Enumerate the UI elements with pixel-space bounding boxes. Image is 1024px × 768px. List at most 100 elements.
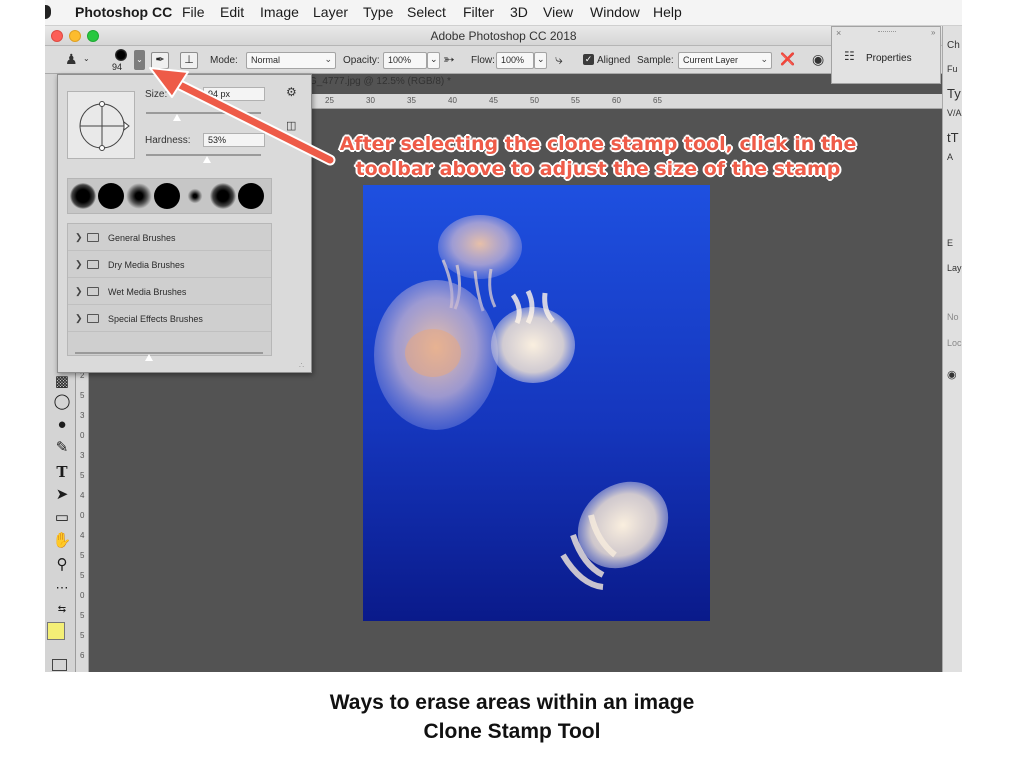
menu-file[interactable]: File <box>182 4 205 20</box>
tool-preset-chevron-icon[interactable]: ⌄ <box>83 54 90 63</box>
language-field[interactable]: E <box>947 238 953 248</box>
brush-size-readout: 94 <box>112 62 123 72</box>
preview-size-slider-thumb[interactable] <box>145 354 153 361</box>
menu-app-name[interactable]: Photoshop CC <box>75 4 172 20</box>
type-tool-icon[interactable]: T <box>51 462 73 482</box>
photoshop-screenshot: Photoshop CC File Edit Image Layer Type … <box>45 0 962 672</box>
brush-swatch[interactable] <box>210 183 236 209</box>
options-bar: ♟ ⌄ 94 ⌄ ✒ ⊥ Mode: Normal ⌄ Opacity: 100%… <box>45 46 962 74</box>
ruler-tick-label: 40 <box>448 96 457 105</box>
expand-chevron-icon[interactable]: ❯ <box>75 313 83 324</box>
properties-tab-label[interactable]: Properties <box>866 53 912 64</box>
dodge-tool-icon[interactable]: ● <box>51 415 73 435</box>
apple-logo-icon[interactable] <box>45 5 51 19</box>
size-field[interactable]: 94 px <box>203 87 265 101</box>
aligned-checkbox[interactable]: ✓ <box>583 54 594 65</box>
folder-row-dry-media[interactable]: ❯ Dry Media Brushes <box>68 252 271 278</box>
menu-select[interactable]: Select <box>407 4 446 20</box>
flow-chevron-icon: ⌄ <box>537 54 545 64</box>
ruler-tick-label: 5 <box>80 391 85 400</box>
swap-colors-icon[interactable]: ⇆ <box>51 600 73 620</box>
pen-tool-icon[interactable]: ✎ <box>51 438 73 458</box>
mode-select[interactable]: Normal ⌄ <box>246 52 336 69</box>
path-selection-tool-icon[interactable]: ➤ <box>51 485 73 505</box>
brush-swatch[interactable] <box>182 183 208 209</box>
zoom-tool-icon[interactable]: ⚲ <box>51 555 73 575</box>
ruler-tick-label: 30 <box>366 96 375 105</box>
brush-picker-toggle[interactable]: ⌄ <box>134 50 145 70</box>
layers-tab[interactable]: Lay <box>947 263 962 273</box>
flow-dropdown[interactable]: ⌄ <box>534 52 547 69</box>
ruler-tick-label: 4 <box>80 531 85 540</box>
menu-window[interactable]: Window <box>590 4 640 20</box>
brush-swatch[interactable] <box>238 183 264 209</box>
foreground-color-swatch[interactable] <box>47 622 65 640</box>
folder-row-wet-media[interactable]: ❯ Wet Media Brushes <box>68 279 271 305</box>
airbrush-icon[interactable]: ⤷ <box>555 51 563 68</box>
panel-collapse-icon[interactable]: » <box>931 28 935 37</box>
rectangle-tool-icon[interactable]: ▭ <box>51 508 73 528</box>
kerning-icon: V/A <box>947 108 962 118</box>
opacity-chevron-icon: ⌄ <box>430 54 438 64</box>
pressure-opacity-icon[interactable]: ➳ <box>443 51 455 68</box>
ruler-tick-label: 60 <box>612 96 621 105</box>
lock-label: Loc <box>947 338 962 348</box>
panel-grip[interactable] <box>878 31 896 33</box>
clone-source-panel-icon[interactable]: ⊥ <box>180 52 198 69</box>
folder-row-special-effects[interactable]: ❯ Special Effects Brushes <box>68 306 271 332</box>
flow-field[interactable]: 100% <box>496 52 534 69</box>
folder-row-general[interactable]: ❯ General Brushes <box>68 225 271 251</box>
expand-chevron-icon[interactable]: ❯ <box>75 232 83 243</box>
expand-chevron-icon[interactable]: ❯ <box>75 259 83 270</box>
clone-stamp-icon[interactable]: ♟ <box>65 51 78 68</box>
ignore-adjustment-layers-icon[interactable]: ❌ <box>780 52 795 66</box>
brush-swatch[interactable] <box>98 183 124 209</box>
opacity-field[interactable]: 100% <box>383 52 427 69</box>
size-slider-thumb[interactable] <box>173 114 182 121</box>
folder-icon <box>87 287 99 296</box>
more-tools-icon[interactable]: ⋯ <box>51 578 73 598</box>
gear-icon[interactable]: ⚙ <box>286 85 297 99</box>
new-preset-icon[interactable]: ◫ <box>286 119 296 132</box>
properties-icon[interactable]: ☷ <box>844 49 855 63</box>
panel-close-icon[interactable]: × <box>836 28 841 38</box>
blur-tool-icon[interactable]: ◯ <box>51 392 73 412</box>
brush-preview-icon[interactable] <box>115 49 127 61</box>
menu-type[interactable]: Type <box>363 4 393 20</box>
opacity-dropdown[interactable]: ⌄ <box>427 52 440 69</box>
size-slider-track[interactable] <box>146 112 261 114</box>
menu-view[interactable]: View <box>543 4 573 20</box>
brush-swatch[interactable] <box>126 183 152 209</box>
ruler-tick-label: 5 <box>80 471 85 480</box>
brush-preset-picker: Size: 94 px ⚙ ◫ Hardness: 53% ❯ General … <box>57 74 312 373</box>
gradient-tool-icon[interactable]: ▩ <box>51 372 73 392</box>
quick-mask-icon[interactable] <box>52 659 67 671</box>
preview-size-slider-track[interactable] <box>75 352 263 354</box>
menu-help[interactable]: Help <box>653 4 682 20</box>
document-canvas[interactable] <box>363 185 710 621</box>
menu-3d[interactable]: 3D <box>510 4 528 20</box>
pressure-size-icon[interactable]: ◉ <box>812 51 824 68</box>
menu-image[interactable]: Image <box>260 4 299 20</box>
ruler-tick-label: 35 <box>407 96 416 105</box>
menu-filter[interactable]: Filter <box>463 4 494 20</box>
brush-swatch[interactable] <box>154 183 180 209</box>
size-label: Size: <box>145 89 168 100</box>
sample-select[interactable]: Current Layer ⌄ <box>678 52 772 69</box>
jellyfish-photo <box>363 185 710 621</box>
flow-value: 100% <box>501 55 525 65</box>
hand-tool-icon[interactable]: ✋ <box>51 531 73 551</box>
visibility-eye-icon[interactable]: ◉ <box>947 368 957 381</box>
brush-swatch[interactable] <box>70 183 96 209</box>
annotation-line-2: toolbar above to adjust the size of the … <box>355 158 841 180</box>
expand-chevron-icon[interactable]: ❯ <box>75 286 83 297</box>
resize-grip-icon[interactable]: ∴ <box>299 361 304 370</box>
brush-settings-panel-icon[interactable]: ✒ <box>151 52 169 69</box>
menu-edit[interactable]: Edit <box>220 4 244 20</box>
blend-mode-field[interactable]: No <box>947 312 959 322</box>
font-family-field[interactable]: Fu <box>947 64 958 74</box>
document-tab[interactable]: G_4777.jpg @ 12.5% (RGB/8) * <box>309 76 469 92</box>
window-title: Adobe Photoshop CC 2018 <box>430 29 577 43</box>
menu-layer[interactable]: Layer <box>313 4 348 20</box>
character-tab[interactable]: Ch <box>947 40 960 51</box>
